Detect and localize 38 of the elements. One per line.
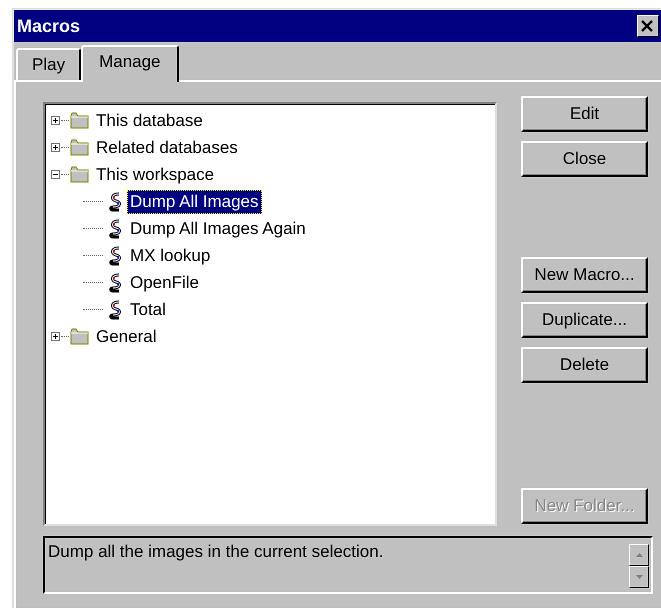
description-text: Dump all the images in the current selection. [48,541,384,563]
tree-item[interactable]: Total [127,298,169,322]
down-arrow-icon [636,575,642,579]
window-title: Macros [17,16,80,36]
macro-tree[interactable]: This database Related databases This workspace Dump All Images Dump All Images Again MX lookup OpenFile Total General [43,102,497,526]
button[interactable]: Close [521,141,648,177]
collapse-icon[interactable] [51,170,60,179]
expand-icon[interactable] [51,116,60,125]
up-arrow-icon [636,553,642,557]
tree-item[interactable]: Dump All Images Again [127,216,309,240]
scroll-icon [107,192,123,212]
folder-icon [70,328,89,345]
tab[interactable]: Manage [81,45,179,82]
button[interactable]: Duplicate... [521,302,648,338]
tree-item[interactable]: OpenFile [127,270,202,294]
folder-icon [70,139,89,156]
tree-item[interactable]: This workspace [93,162,218,186]
scroll-icon [107,300,123,320]
tree-item[interactable]: Related databases [93,136,241,160]
tree-item[interactable]: Dump All Images [127,190,262,214]
scroll-icon [107,246,123,266]
button[interactable]: New Macro... [521,257,648,293]
expand-icon[interactable] [51,332,60,341]
scroll-icon [107,218,123,238]
scroll-down-button[interactable] [629,566,649,588]
tree-item[interactable]: General [93,324,160,348]
scroll-up-button[interactable] [629,544,649,566]
close-button[interactable] [637,15,659,37]
folder-icon [70,112,89,129]
button[interactable]: Delete [521,347,648,383]
expand-icon[interactable] [51,143,60,152]
button[interactable]: Edit [521,96,648,132]
close-icon [640,20,654,32]
tab[interactable]: Play [16,48,82,80]
tree-item[interactable]: MX lookup [127,244,214,268]
scroll-icon [107,272,123,292]
folder-icon [70,166,89,183]
tree-item[interactable]: This database [93,108,206,132]
